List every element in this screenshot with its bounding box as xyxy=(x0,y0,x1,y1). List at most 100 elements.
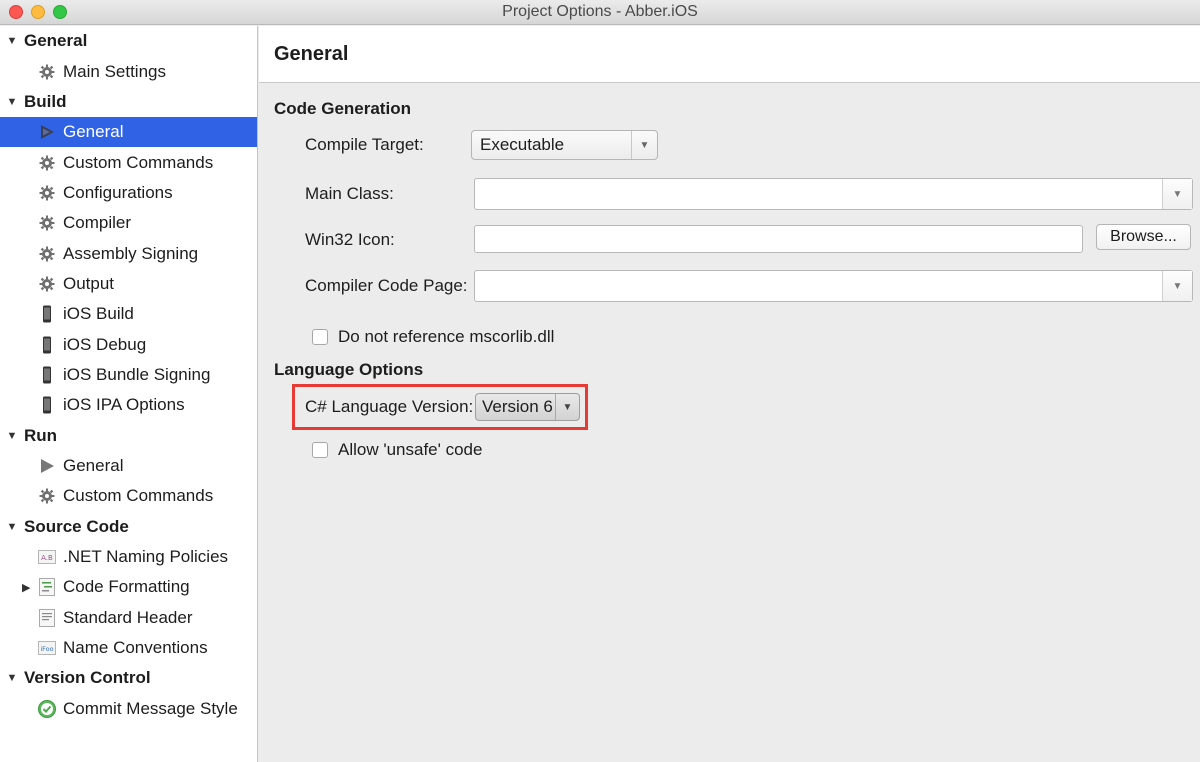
sidebar-item-build-custom-commands[interactable]: Custom Commands xyxy=(0,147,257,177)
naming-policy-icon: A.B xyxy=(38,548,56,566)
sidebar-item-source-code-standard-header[interactable]: Standard Header xyxy=(0,603,257,633)
gear-icon xyxy=(38,275,56,293)
sidebar-item-build-assembly-signing[interactable]: Assembly Signing xyxy=(0,238,257,268)
project-options-window: Project Options - Abber.iOS ▼ General Main… xyxy=(0,0,1200,762)
sidebar-item-label: iOS Build xyxy=(63,304,134,324)
chevron-down-icon[interactable]: ▼ xyxy=(1162,179,1192,209)
name-convention-icon: iFoo xyxy=(38,639,56,657)
sidebar-item-run-custom-commands[interactable]: Custom Commands xyxy=(0,481,257,511)
language-options-heading: Language Options xyxy=(274,360,424,379)
chevron-down-icon: ▼ xyxy=(631,131,657,159)
options-tree: ▼ General Main Settings ▼ Build General Custom… xyxy=(0,26,257,724)
sidebar-item-label: Standard Header xyxy=(63,607,193,627)
no-mscorlib-option[interactable]: Do not reference mscorlib.dll xyxy=(312,327,554,347)
panel-title: General xyxy=(259,26,1200,83)
sidebar-item-build-compiler[interactable]: Compiler xyxy=(0,208,257,238)
sidebar-item-label: iOS Debug xyxy=(63,334,147,354)
sidebar-item-label: Custom Commands xyxy=(63,486,214,506)
gear-icon xyxy=(38,245,56,263)
compile-target-label: Compile Target: xyxy=(305,135,424,154)
minimize-window-button[interactable] xyxy=(31,5,45,19)
window-controls xyxy=(9,5,67,19)
sidebar-item-source-code-name-conventions[interactable]: iFoo Name Conventions xyxy=(0,633,257,663)
disclosure-expanded-icon[interactable]: ▼ xyxy=(6,96,18,108)
sidebar-item-label: Main Settings xyxy=(63,61,166,81)
sidebar-item-label: Custom Commands xyxy=(63,152,214,172)
gear-icon xyxy=(38,487,56,505)
main-class-label: Main Class: xyxy=(305,184,394,203)
play-icon xyxy=(38,457,56,475)
close-window-button[interactable] xyxy=(9,5,23,19)
sidebar-item-label: iOS IPA Options xyxy=(63,395,185,415)
sidebar-item-label: Output xyxy=(63,273,115,293)
code-generation-heading: Code Generation xyxy=(274,99,411,118)
sidebar-item-build-ios-bundle-signing[interactable]: iOS Bundle Signing xyxy=(0,360,257,390)
sidebar-item-version-control-commit-message-style[interactable]: Commit Message Style xyxy=(0,694,257,724)
sidebar-item-label: iOS Bundle Signing xyxy=(63,364,211,384)
compiler-code-page-label: Compiler Code Page: xyxy=(305,276,468,295)
play-icon xyxy=(38,123,56,141)
sidebar-item-label: General xyxy=(63,122,124,142)
zoom-window-button[interactable] xyxy=(53,5,67,19)
allow-unsafe-option[interactable]: Allow 'unsafe' code xyxy=(312,440,482,460)
sidebar-item-general-main-settings[interactable]: Main Settings xyxy=(0,56,257,86)
sidebar-item-label: General xyxy=(63,455,124,475)
options-sidebar: ▼ General Main Settings ▼ Build General Custom… xyxy=(0,26,258,762)
gear-icon xyxy=(38,214,56,232)
disclosure-expanded-icon[interactable]: ▼ xyxy=(6,672,18,684)
svg-text:A.B: A.B xyxy=(41,554,53,562)
gear-icon xyxy=(38,184,56,202)
sidebar-section-build[interactable]: ▼ Build xyxy=(0,87,257,117)
chevron-down-icon[interactable]: ▼ xyxy=(1162,271,1192,301)
phone-icon xyxy=(38,336,56,354)
sidebar-section-general[interactable]: ▼ General xyxy=(0,26,257,56)
check-circle-icon xyxy=(38,699,56,718)
sidebar-item-run-general[interactable]: General xyxy=(0,451,257,481)
language-version-select[interactable]: Version 6 ▼ xyxy=(475,393,580,421)
language-version-label: C# Language Version: xyxy=(305,397,474,416)
sidebar-section-version-control[interactable]: ▼ Version Control xyxy=(0,663,257,693)
disclosure-expanded-icon[interactable]: ▼ xyxy=(6,35,18,47)
sidebar-section-label: Version Control xyxy=(24,668,151,688)
sidebar-item-build-configurations[interactable]: Configurations xyxy=(0,178,257,208)
win32-icon-label: Win32 Icon: xyxy=(305,230,395,249)
main-class-combo[interactable]: ▼ xyxy=(474,178,1193,210)
compile-target-select[interactable]: Executable ▼ xyxy=(471,130,658,160)
win32-icon-input[interactable] xyxy=(474,225,1083,253)
allow-unsafe-checkbox[interactable] xyxy=(312,442,328,458)
language-version-value: Version 6 xyxy=(482,397,553,416)
sidebar-section-label: Run xyxy=(24,425,58,445)
sidebar-section-label: Build xyxy=(24,91,67,111)
sidebar-section-run[interactable]: ▼ Run xyxy=(0,420,257,450)
sidebar-item-label: Commit Message Style xyxy=(63,698,238,718)
phone-icon xyxy=(38,396,56,414)
sidebar-item-label: .NET Naming Policies xyxy=(63,547,229,567)
gear-icon xyxy=(38,154,56,172)
sidebar-item-source-code-net-naming-policies[interactable]: A.B .NET Naming Policies xyxy=(0,542,257,572)
sidebar-item-source-code-code-formatting[interactable]: ▶ Code Formatting xyxy=(0,572,257,602)
svg-text:iFoo: iFoo xyxy=(40,645,53,653)
sidebar-item-build-ios-build[interactable]: iOS Build xyxy=(0,299,257,329)
chevron-down-icon: ▼ xyxy=(555,394,579,420)
sidebar-item-label: Code Formatting xyxy=(63,577,190,597)
sidebar-section-source-code[interactable]: ▼ Source Code xyxy=(0,512,257,542)
phone-icon xyxy=(38,366,56,384)
sidebar-item-build-ios-debug[interactable]: iOS Debug xyxy=(0,329,257,359)
sidebar-item-build-general[interactable]: General xyxy=(0,117,257,148)
no-mscorlib-label: Do not reference mscorlib.dll xyxy=(338,327,555,346)
browse-button[interactable]: Browse... xyxy=(1096,224,1191,250)
allow-unsafe-label: Allow 'unsafe' code xyxy=(338,440,483,459)
sidebar-item-label: Name Conventions xyxy=(63,638,208,658)
sidebar-item-build-output[interactable]: Output xyxy=(0,269,257,299)
disclosure-expanded-icon[interactable]: ▼ xyxy=(6,521,18,533)
disclosure-collapsed-icon[interactable]: ▶ xyxy=(22,581,30,594)
disclosure-expanded-icon[interactable]: ▼ xyxy=(6,430,18,442)
code-format-icon xyxy=(38,578,56,597)
compile-target-value: Executable xyxy=(480,135,565,154)
sidebar-item-build-ios-ipa-options[interactable]: iOS IPA Options xyxy=(0,390,257,420)
window-title: Project Options - Abber.iOS xyxy=(502,3,698,20)
title-bar: Project Options - Abber.iOS xyxy=(0,0,1200,25)
sidebar-item-label: Compiler xyxy=(63,213,132,233)
no-mscorlib-checkbox[interactable] xyxy=(312,329,328,345)
compiler-code-page-combo[interactable]: ▼ xyxy=(474,270,1193,302)
